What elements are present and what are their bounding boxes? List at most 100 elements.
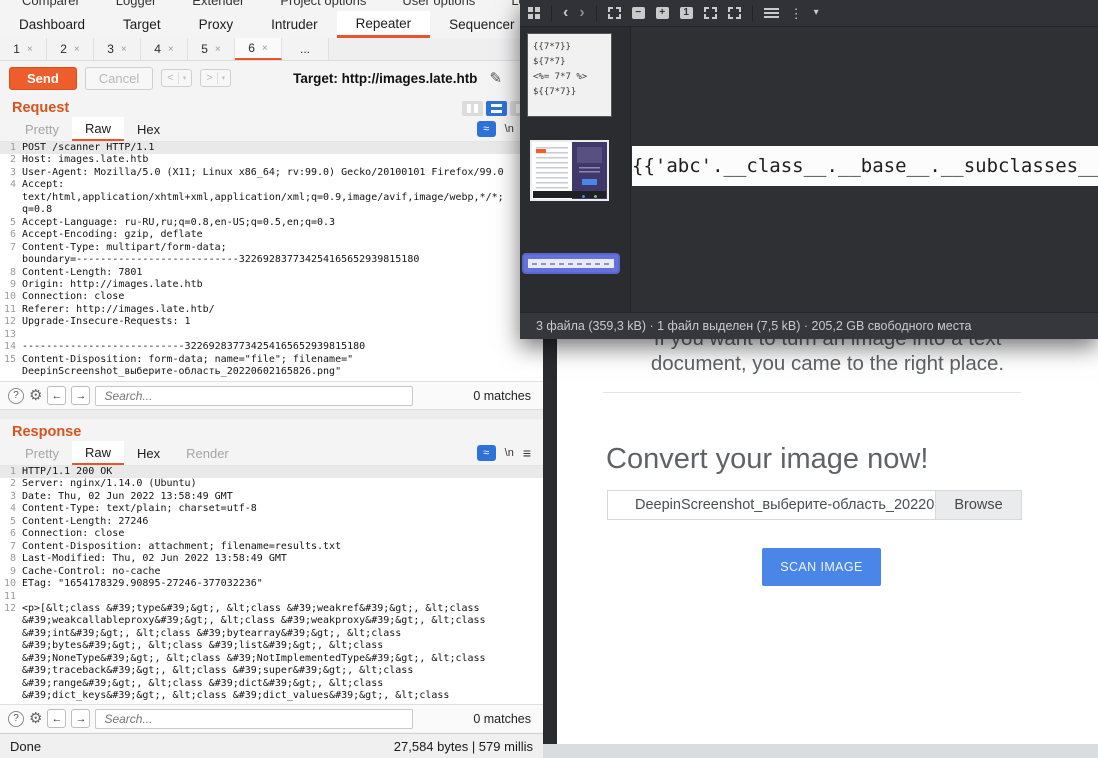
line-text: Server: nginx/1.14.0 (Ubuntu) (22, 478, 197, 490)
gear-icon[interactable]: ⚙ (29, 388, 42, 403)
zoom-fit-icon[interactable] (608, 7, 621, 19)
fullscreen-icon[interactable] (728, 7, 741, 19)
burp-main-tab[interactable]: Target (104, 11, 180, 38)
request-editor[interactable]: 1 POST /scanner HTTP/1.1 2 Host: images.… (0, 141, 543, 381)
line-text: Content-Disposition: attachment; filenam… (22, 541, 341, 553)
request-view-tab[interactable]: Raw (72, 117, 124, 141)
line-number: 3 (0, 167, 22, 179)
line-number (0, 653, 22, 665)
soft-wrap-icon[interactable]: ≈ (477, 445, 496, 461)
prev-match-icon[interactable]: ← (47, 386, 66, 405)
line-number: 4 (0, 179, 22, 191)
kebab-menu-icon[interactable]: ⋮ (790, 7, 803, 20)
crop-icon[interactable] (704, 7, 717, 19)
request-line: 2 Host: images.late.htb (0, 154, 543, 166)
next-match-icon[interactable]: → (71, 709, 90, 728)
burp-main-tab[interactable]: Dashboard (0, 11, 104, 38)
repeater-tab[interactable]: 3 × (94, 38, 141, 60)
thumbnails-grid-icon[interactable] (528, 7, 540, 19)
zoom-out-icon[interactable]: − (632, 7, 645, 19)
help-icon[interactable]: ? (8, 388, 24, 404)
close-icon[interactable]: × (215, 44, 221, 55)
close-icon[interactable]: × (262, 43, 268, 54)
zoom-in-icon[interactable]: + (656, 7, 669, 19)
list-view-icon[interactable] (764, 8, 779, 18)
burp-main-tab[interactable]: Intruder (252, 11, 337, 38)
repeater-tab[interactable]: ... (282, 38, 329, 60)
close-icon[interactable]: × (27, 44, 33, 55)
file-input-value: DeepinScreenshot_выберите-область_202206… (608, 491, 935, 519)
history-back-button[interactable]: < ▾ (161, 69, 192, 87)
prev-match-icon[interactable]: ← (47, 709, 66, 728)
send-button[interactable]: Send (9, 67, 77, 90)
screenshot-thumbnail[interactable] (530, 140, 609, 201)
browse-button[interactable]: Browse (935, 491, 1021, 519)
line-number: 11 (0, 304, 22, 316)
response-view-tab[interactable]: Pretty (12, 441, 72, 465)
text-file-thumbnail[interactable]: {{7*7}} ${7*7} <%= 7*7 %> ${{7*7}} (527, 33, 612, 117)
burp-main-tab[interactable]: Repeater (337, 11, 431, 38)
file-input[interactable]: DeepinScreenshot_выберите-область_202206… (607, 490, 1022, 520)
request-view-tab[interactable]: Hex (124, 117, 173, 141)
repeater-tab[interactable]: 1 × (0, 38, 47, 60)
response-view-tab[interactable]: Raw (72, 441, 124, 465)
burp-overflow-tab[interactable]: Project options (280, 0, 366, 4)
close-icon[interactable]: × (121, 44, 127, 55)
line-text: Content-Length: 27246 (22, 516, 148, 528)
request-search-bar: ? ⚙ ← → 0 matches (0, 381, 543, 409)
status-metrics: 27,584 bytes | 579 millis (394, 739, 533, 754)
close-icon[interactable]: × (74, 44, 80, 55)
scan-image-button[interactable]: SCAN IMAGE (762, 548, 881, 586)
panel-divider[interactable] (0, 409, 543, 419)
chevron-down-icon[interactable]: ▾ (814, 8, 819, 18)
image-preview-area[interactable]: {{'abc'.__class__.__base__.__subclasses_… (631, 27, 1098, 312)
close-icon[interactable]: × (168, 44, 174, 55)
repeater-tab[interactable]: 6 × (235, 38, 282, 60)
next-match-icon[interactable]: → (71, 386, 90, 405)
gear-icon[interactable]: ⚙ (29, 711, 42, 726)
response-line: 9 Cache-Control: no-cache (0, 566, 543, 578)
burp-overflow-tab[interactable]: Extender (192, 0, 244, 4)
burp-main-tab[interactable]: Proxy (180, 11, 253, 38)
repeater-tab[interactable]: 2 × (47, 38, 94, 60)
back-icon[interactable]: ‹ (563, 5, 568, 21)
burp-overflow-tab[interactable]: Logger (116, 0, 156, 4)
cancel-button[interactable]: Cancel (85, 67, 153, 90)
edit-pencil-icon[interactable]: ✎ (489, 69, 502, 87)
help-icon[interactable]: ? (8, 711, 24, 727)
line-number: 15 (0, 354, 22, 366)
response-view-tab[interactable]: Render (173, 441, 242, 465)
line-number (0, 254, 22, 266)
line-number: 9 (0, 279, 22, 291)
response-view-tab[interactable]: Hex (124, 441, 173, 465)
response-title: Response (12, 424, 81, 440)
search-input[interactable] (95, 709, 413, 729)
show-newlines-icon[interactable]: \n (505, 123, 514, 135)
repeater-tab[interactable]: 5 × (188, 38, 235, 60)
response-line: 4 Content-Type: text/plain; charset=utf-… (0, 503, 543, 515)
selected-image-thumbnail[interactable] (524, 255, 618, 272)
request-line: text/html,application/xhtml+xml,applicat… (0, 192, 543, 204)
search-input[interactable] (95, 386, 413, 406)
request-view-tab[interactable]: Pretty (12, 117, 72, 141)
layout-rows-icon[interactable] (486, 101, 507, 116)
line-text: DeepinScreenshot_выберите-область_202206… (22, 366, 341, 378)
line-text: &#39;traceback&#39;&gt;, &lt;class &#39;… (22, 665, 413, 677)
burp-overflow-tab[interactable]: Comparer (22, 0, 80, 4)
response-viewer[interactable]: 1 HTTP/1.1 200 OK 2 Server: nginx/1.14.0… (0, 465, 543, 704)
forward-icon[interactable]: › (579, 5, 584, 21)
zoom-100-icon[interactable]: 1 (680, 7, 693, 19)
show-newlines-icon[interactable]: \n (505, 447, 514, 459)
burp-overflow-tab[interactable]: User options (402, 0, 475, 4)
history-forward-button[interactable]: > ▾ (200, 69, 231, 87)
file-count-status: 3 файла (359,3 kB) · 1 файл выделен (7,5… (536, 319, 972, 333)
repeater-tab-label: 6 (248, 41, 255, 55)
burp-main-tab[interactable]: Sequencer (430, 11, 533, 38)
soft-wrap-icon[interactable]: ≈ (477, 121, 496, 137)
line-number: 4 (0, 503, 22, 515)
response-line: &#39;weakcallableproxy&#39;&gt;, &lt;cla… (0, 615, 543, 627)
layout-columns-icon[interactable] (462, 101, 483, 116)
repeater-tab[interactable]: 4 × (141, 38, 188, 60)
match-count: 0 matches (473, 712, 535, 726)
hamburger-menu-icon[interactable]: ≡ (523, 445, 531, 461)
